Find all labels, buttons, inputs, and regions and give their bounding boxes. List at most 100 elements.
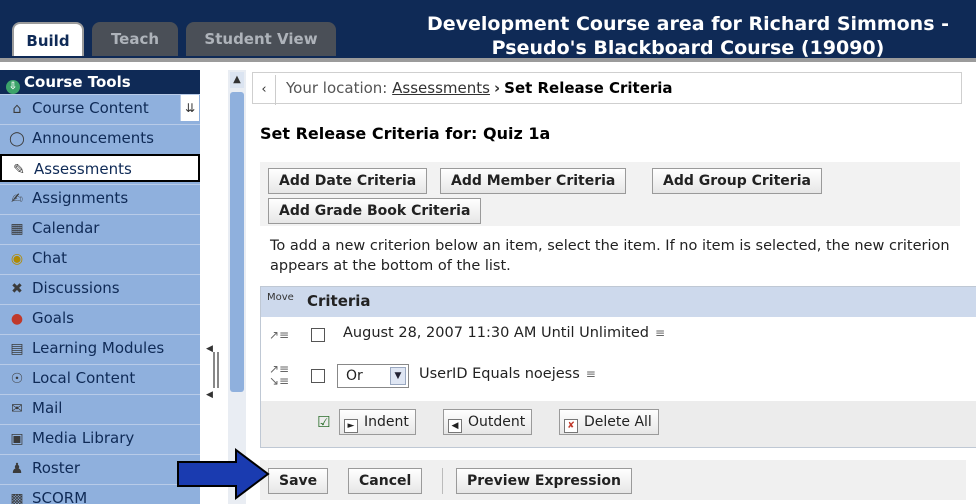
form-action-bar: Save Cancel Preview Expression xyxy=(260,460,966,500)
calendar-icon: ▦ xyxy=(10,221,24,237)
criterion-checkbox[interactable] xyxy=(311,328,325,342)
arrow-shape xyxy=(177,448,270,500)
sidebar-item-assignments[interactable]: ✍ Assignments xyxy=(0,184,200,212)
options-menu-icon[interactable]: ≡ xyxy=(586,367,596,381)
sidebar-item-label: Media Library xyxy=(32,429,135,447)
sidebar-item-label: Local Content xyxy=(32,369,136,387)
operator-select[interactable]: Or ▼ xyxy=(337,364,409,388)
add-criteria-panel: Add Date Criteria Add Member Criteria Ad… xyxy=(260,162,960,226)
sidebar-item-label: Mail xyxy=(32,399,63,417)
operator-value: Or xyxy=(346,368,363,384)
breadcrumb-current: Set Release Criteria xyxy=(504,79,673,97)
indent-icon: ► xyxy=(344,419,358,433)
criteria-row[interactable]: ↗≡ August 28, 2007 11:30 AM Until Unlimi… xyxy=(261,317,976,354)
sidebar-item-assessments[interactable]: ✎ Assessments xyxy=(0,154,200,182)
sidebar-resize-handle[interactable]: ◀ ◀ xyxy=(206,344,224,404)
discussion-icon: ✖ xyxy=(11,281,23,297)
back-arrow-icon[interactable]: ‹ xyxy=(253,75,276,105)
sidebar-item-mail[interactable]: ✉ Mail xyxy=(0,394,200,422)
criteria-column-label: Criteria xyxy=(307,292,371,310)
breadcrumb-prefix: Your location: xyxy=(286,79,388,97)
tab-build[interactable]: Build xyxy=(12,22,84,56)
sidebar-item-label: SCORM xyxy=(32,489,88,504)
delete-all-button[interactable]: ✘ Delete All xyxy=(559,409,659,435)
instructions-text: To add a new criterion below an item, se… xyxy=(270,238,950,274)
add-member-criteria-button[interactable]: Add Member Criteria xyxy=(440,168,627,194)
sidebar-item-announcements[interactable]: ◯ Announcements xyxy=(0,124,200,152)
criterion-checkbox[interactable] xyxy=(311,369,325,383)
indent-button[interactable]: ► Indent xyxy=(339,409,416,435)
sidebar-item-media-library[interactable]: ▣ Media Library xyxy=(0,424,200,452)
top-header: Build Teach Student View Development Cou… xyxy=(0,0,976,60)
sidebar-item-label: Roster xyxy=(32,459,81,477)
cancel-button[interactable]: Cancel xyxy=(348,468,423,494)
sidebar-item-discussions[interactable]: ✖ Discussions xyxy=(0,274,200,302)
media-icon: ▣ xyxy=(10,431,24,447)
criterion-label: UserID Equals noejess xyxy=(419,366,580,382)
sidebar-item-label: Course Content xyxy=(32,99,149,117)
preview-expression-button[interactable]: Preview Expression xyxy=(456,468,632,494)
page-title: Set Release Criteria for: Quiz 1a xyxy=(260,124,551,143)
move-icon[interactable]: ↗≡ ↘≡ xyxy=(269,363,289,387)
sidebar-item-roster[interactable]: ♟ Roster xyxy=(0,454,200,482)
folder-icon: ⌂ xyxy=(12,101,22,117)
course-tools-label: Course Tools xyxy=(24,73,131,91)
breadcrumb: ‹ Your location: Assessments › Set Release … xyxy=(252,72,962,105)
sidebar-item-label: Assessments xyxy=(34,160,132,178)
collapse-left-icon[interactable]: ◀ xyxy=(206,390,216,400)
criterion-text: August 28, 2007 11:30 AM Until Unlimited… xyxy=(343,325,665,341)
course-title: Development Course area for Richard Simm… xyxy=(388,12,976,60)
indent-label: Indent xyxy=(364,414,409,430)
breadcrumb-separator: › xyxy=(493,79,501,97)
sidebar-scrollbar[interactable]: ▲ xyxy=(228,70,246,504)
chevron-down-icon[interactable]: ▼ xyxy=(390,367,406,385)
outdent-button[interactable]: ◀ Outdent xyxy=(443,409,533,435)
options-menu-icon[interactable]: ≡ xyxy=(655,326,665,340)
sidebar-item-scorm[interactable]: ▩ SCORM xyxy=(0,484,200,504)
collapse-icon[interactable]: ⇩ xyxy=(6,80,20,94)
criteria-header: Move Criteria xyxy=(261,287,976,318)
add-date-criteria-button[interactable]: Add Date Criteria xyxy=(268,168,428,194)
chevron-down-icon[interactable]: ⇊ xyxy=(180,95,199,121)
breadcrumb-link-assessments[interactable]: Assessments xyxy=(392,79,490,97)
sidebar-item-label: Announcements xyxy=(32,129,154,147)
main-content: ‹ Your location: Assessments › Set Release … xyxy=(248,70,976,504)
sidebar-item-label: Assignments xyxy=(32,189,129,207)
sidebar-item-learning-modules[interactable]: ▤ Learning Modules xyxy=(0,334,200,362)
tab-teach[interactable]: Teach xyxy=(92,22,178,56)
scrollbar-thumb[interactable] xyxy=(230,92,244,392)
roster-icon: ♟ xyxy=(10,461,24,477)
sidebar-item-label: Chat xyxy=(32,249,68,267)
select-all-icon[interactable]: ☑ xyxy=(317,413,330,431)
sidebar-item-local-content[interactable]: ☉ Local Content xyxy=(0,364,200,392)
sidebar-item-label: Discussions xyxy=(32,279,120,297)
module-icon: ▤ xyxy=(10,341,24,357)
add-grade-book-criteria-button[interactable]: Add Grade Book Criteria xyxy=(268,198,482,224)
sidebar-item-label: Learning Modules xyxy=(32,339,165,357)
tab-student-view[interactable]: Student View xyxy=(186,22,336,56)
criterion-text: UserID Equals noejess ≡ xyxy=(419,366,596,382)
sidebar-item-course-content[interactable]: ⌂ Course Content ⇊ xyxy=(0,94,200,122)
sidebar-item-label: Goals xyxy=(32,309,74,327)
sidebar-item-chat[interactable]: ◉ Chat xyxy=(0,244,200,272)
course-tools-header[interactable]: ⇩ Course Tools xyxy=(0,70,200,94)
delete-icon: ✘ xyxy=(564,419,578,433)
criteria-row[interactable]: ↗≡ ↘≡ Or ▼ UserID Equals noejess ≡ xyxy=(261,353,976,402)
mail-icon: ✉ xyxy=(11,401,23,417)
move-icon[interactable]: ↗≡ xyxy=(269,329,289,341)
criterion-label: August 28, 2007 11:30 AM Until Unlimited xyxy=(343,325,649,341)
delete-all-label: Delete All xyxy=(584,414,652,430)
header-divider xyxy=(0,58,976,62)
course-tools-sidebar: ⇩ Course Tools ⌂ Course Content ⇊ ◯ Announce… xyxy=(0,70,200,504)
scroll-up-icon[interactable]: ▲ xyxy=(230,72,244,88)
chat-icon: ◉ xyxy=(10,251,24,267)
scorm-icon: ▩ xyxy=(10,491,24,504)
add-group-criteria-button[interactable]: Add Group Criteria xyxy=(652,168,822,194)
save-button[interactable]: Save xyxy=(268,468,329,494)
sidebar-item-goals[interactable]: ● Goals xyxy=(0,304,200,332)
course-title-line1: Development Course area for Richard Simm… xyxy=(426,13,950,35)
sidebar-item-calendar[interactable]: ▦ Calendar xyxy=(0,214,200,242)
megaphone-icon: ◯ xyxy=(9,131,25,147)
local-content-icon: ☉ xyxy=(10,371,24,387)
outdent-icon: ◀ xyxy=(448,419,462,433)
